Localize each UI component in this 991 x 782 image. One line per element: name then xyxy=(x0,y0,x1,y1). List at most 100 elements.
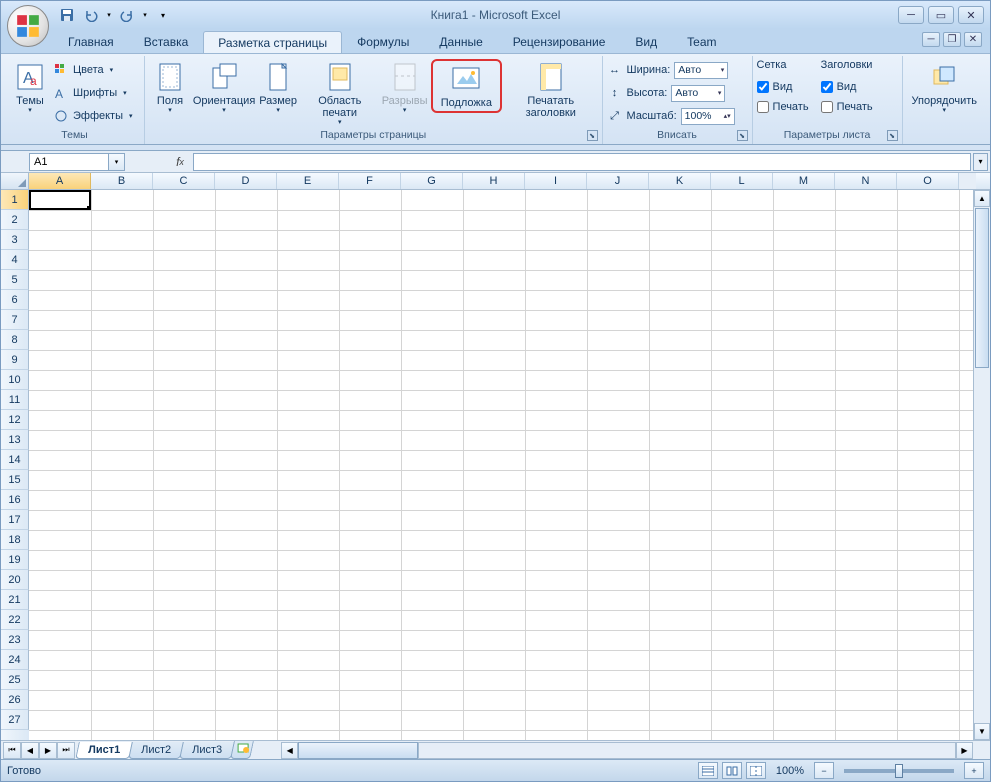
row-header-15[interactable]: 15 xyxy=(1,470,29,490)
column-header-H[interactable]: H xyxy=(463,173,525,189)
tab-home[interactable]: Главная xyxy=(53,30,129,53)
theme-effects-button[interactable]: Эффекты▾ xyxy=(53,105,133,127)
row-header-6[interactable]: 6 xyxy=(1,290,29,310)
select-all-button[interactable] xyxy=(1,173,29,189)
sheet-tab-3[interactable]: Лист3 xyxy=(179,742,235,759)
row-header-17[interactable]: 17 xyxy=(1,510,29,530)
size-button[interactable]: Размер▾ xyxy=(257,59,299,116)
name-box[interactable]: A1 xyxy=(29,153,109,171)
undo-dropdown[interactable]: ▾ xyxy=(104,4,114,26)
zoom-level[interactable]: 100% xyxy=(776,765,804,777)
row-header-4[interactable]: 4 xyxy=(1,250,29,270)
background-button[interactable]: Подложка xyxy=(436,61,497,111)
zoom-in-button[interactable]: + xyxy=(964,762,984,779)
row-header-19[interactable]: 19 xyxy=(1,550,29,570)
gridlines-view-checkbox[interactable]: Вид xyxy=(757,77,809,97)
zoom-out-button[interactable]: − xyxy=(814,762,834,779)
normal-view-button[interactable] xyxy=(698,762,718,779)
column-header-C[interactable]: C xyxy=(153,173,215,189)
page-break-view-button[interactable] xyxy=(746,762,766,779)
cells-area[interactable] xyxy=(29,190,973,740)
close-button[interactable]: ✕ xyxy=(958,6,984,24)
column-header-D[interactable]: D xyxy=(215,173,277,189)
tab-data[interactable]: Данные xyxy=(424,30,497,53)
orientation-button[interactable]: Ориентация▾ xyxy=(193,59,255,116)
themes-button[interactable]: Aa Темы ▾ xyxy=(9,59,51,116)
theme-fonts-button[interactable]: AШрифты▾ xyxy=(53,82,133,104)
sheet-next-button[interactable]: ▶ xyxy=(39,742,57,759)
doc-restore-button[interactable]: ❐ xyxy=(943,32,961,47)
sheet-prev-button[interactable]: ◀ xyxy=(21,742,39,759)
sheet-last-button[interactable]: ⏭ xyxy=(57,742,75,759)
redo-dropdown[interactable]: ▾ xyxy=(140,4,150,26)
row-header-16[interactable]: 16 xyxy=(1,490,29,510)
row-header-8[interactable]: 8 xyxy=(1,330,29,350)
sheet-options-launcher[interactable]: ⬊ xyxy=(887,130,898,141)
row-header-26[interactable]: 26 xyxy=(1,690,29,710)
row-header-22[interactable]: 22 xyxy=(1,610,29,630)
headings-print-checkbox[interactable]: Печать xyxy=(821,97,873,117)
theme-colors-button[interactable]: Цвета▾ xyxy=(53,59,133,81)
row-header-11[interactable]: 11 xyxy=(1,390,29,410)
column-header-N[interactable]: N xyxy=(835,173,897,189)
row-header-13[interactable]: 13 xyxy=(1,430,29,450)
maximize-button[interactable]: ▭ xyxy=(928,6,954,24)
column-header-M[interactable]: M xyxy=(773,173,835,189)
row-header-21[interactable]: 21 xyxy=(1,590,29,610)
formula-bar-expand[interactable]: ▾ xyxy=(973,153,988,171)
row-header-5[interactable]: 5 xyxy=(1,270,29,290)
gridlines-print-checkbox[interactable]: Печать xyxy=(757,97,809,117)
zoom-thumb[interactable] xyxy=(895,764,903,778)
doc-close-button[interactable]: ✕ xyxy=(964,32,982,47)
redo-button[interactable] xyxy=(116,4,138,26)
row-header-10[interactable]: 10 xyxy=(1,370,29,390)
undo-button[interactable] xyxy=(80,4,102,26)
scroll-left-button[interactable]: ◀ xyxy=(281,742,298,759)
row-header-2[interactable]: 2 xyxy=(1,210,29,230)
formula-input[interactable] xyxy=(193,153,971,171)
scroll-down-button[interactable]: ▼ xyxy=(974,723,990,740)
row-header-27[interactable]: 27 xyxy=(1,710,29,730)
row-header-25[interactable]: 25 xyxy=(1,670,29,690)
active-cell[interactable] xyxy=(29,190,91,210)
margins-button[interactable]: Поля▾ xyxy=(149,59,191,116)
row-header-7[interactable]: 7 xyxy=(1,310,29,330)
sheet-tab-2[interactable]: Лист2 xyxy=(128,742,184,759)
scale-spinner[interactable]: 100%▴▾ xyxy=(681,108,735,125)
sheet-tab-1[interactable]: Лист1 xyxy=(75,742,133,759)
column-header-G[interactable]: G xyxy=(401,173,463,189)
tab-team[interactable]: Team xyxy=(672,30,731,53)
print-titles-button[interactable]: Печатать заголовки xyxy=(504,59,598,121)
name-box-dropdown[interactable]: ▾ xyxy=(109,153,125,171)
horizontal-scrollbar[interactable]: ◀ ▶ xyxy=(281,742,973,759)
scroll-up-button[interactable]: ▲ xyxy=(974,190,990,207)
scale-launcher[interactable]: ⬊ xyxy=(737,130,748,141)
page-layout-view-button[interactable] xyxy=(722,762,742,779)
vertical-scrollbar[interactable]: ▲ ▼ xyxy=(973,190,990,740)
width-combo[interactable]: Авто▾ xyxy=(674,62,728,79)
row-header-12[interactable]: 12 xyxy=(1,410,29,430)
row-header-24[interactable]: 24 xyxy=(1,650,29,670)
tab-page-layout[interactable]: Разметка страницы xyxy=(203,31,342,53)
column-header-A[interactable]: A xyxy=(29,173,91,189)
office-button[interactable] xyxy=(7,5,49,47)
column-header-J[interactable]: J xyxy=(587,173,649,189)
doc-minimize-button[interactable]: ─ xyxy=(922,32,940,47)
row-header-1[interactable]: 1 xyxy=(1,190,29,210)
breaks-button[interactable]: Разрывы▾ xyxy=(380,59,428,116)
print-area-button[interactable]: Область печати▾ xyxy=(301,59,378,128)
column-header-K[interactable]: K xyxy=(649,173,711,189)
row-header-18[interactable]: 18 xyxy=(1,530,29,550)
sheet-first-button[interactable]: ⏮ xyxy=(3,742,21,759)
tab-insert[interactable]: Вставка xyxy=(129,30,204,53)
arrange-button[interactable]: Упорядочить▾ xyxy=(907,59,982,116)
save-button[interactable] xyxy=(56,4,78,26)
headings-view-checkbox[interactable]: Вид xyxy=(821,77,873,97)
minimize-button[interactable]: ─ xyxy=(898,6,924,24)
column-header-F[interactable]: F xyxy=(339,173,401,189)
column-header-E[interactable]: E xyxy=(277,173,339,189)
row-header-3[interactable]: 3 xyxy=(1,230,29,250)
zoom-slider[interactable] xyxy=(844,769,954,773)
qat-customize[interactable]: ▾ xyxy=(152,4,174,26)
new-sheet-button[interactable] xyxy=(230,741,254,759)
